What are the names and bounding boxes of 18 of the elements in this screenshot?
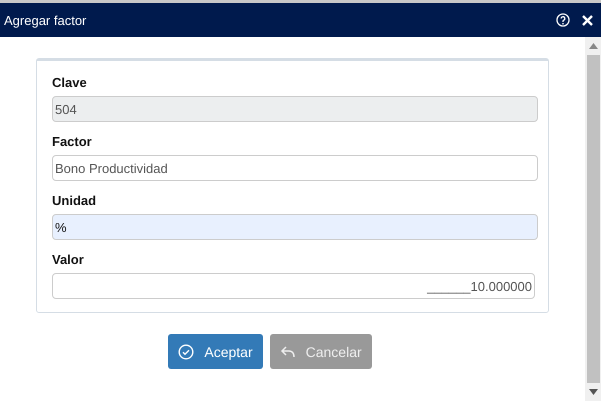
- scroll-thumb[interactable]: [586, 55, 600, 383]
- reply-icon: [280, 344, 296, 360]
- check-circle-icon: [178, 344, 194, 360]
- scroll-up-icon[interactable]: [588, 43, 598, 49]
- window-title: Agregar factor: [4, 12, 88, 28]
- scroll-down-icon[interactable]: [588, 389, 598, 395]
- input-field[interactable]: ______10.000000: [52, 273, 535, 299]
- field-label: Factor: [52, 134, 93, 149]
- close-icon[interactable]: [582, 14, 593, 26]
- scrollbar[interactable]: [585, 37, 601, 401]
- help-icon[interactable]: [556, 13, 570, 27]
- field-label: Clave: [52, 75, 88, 90]
- field-label: Valor: [52, 252, 85, 267]
- input-field[interactable]: %: [52, 214, 538, 240]
- input-field[interactable]: Bono Productividad: [52, 155, 538, 181]
- field-label: Unidad: [52, 193, 98, 208]
- input-field[interactable]: 504: [52, 96, 538, 122]
- accept-button[interactable]: Aceptar: [168, 334, 263, 369]
